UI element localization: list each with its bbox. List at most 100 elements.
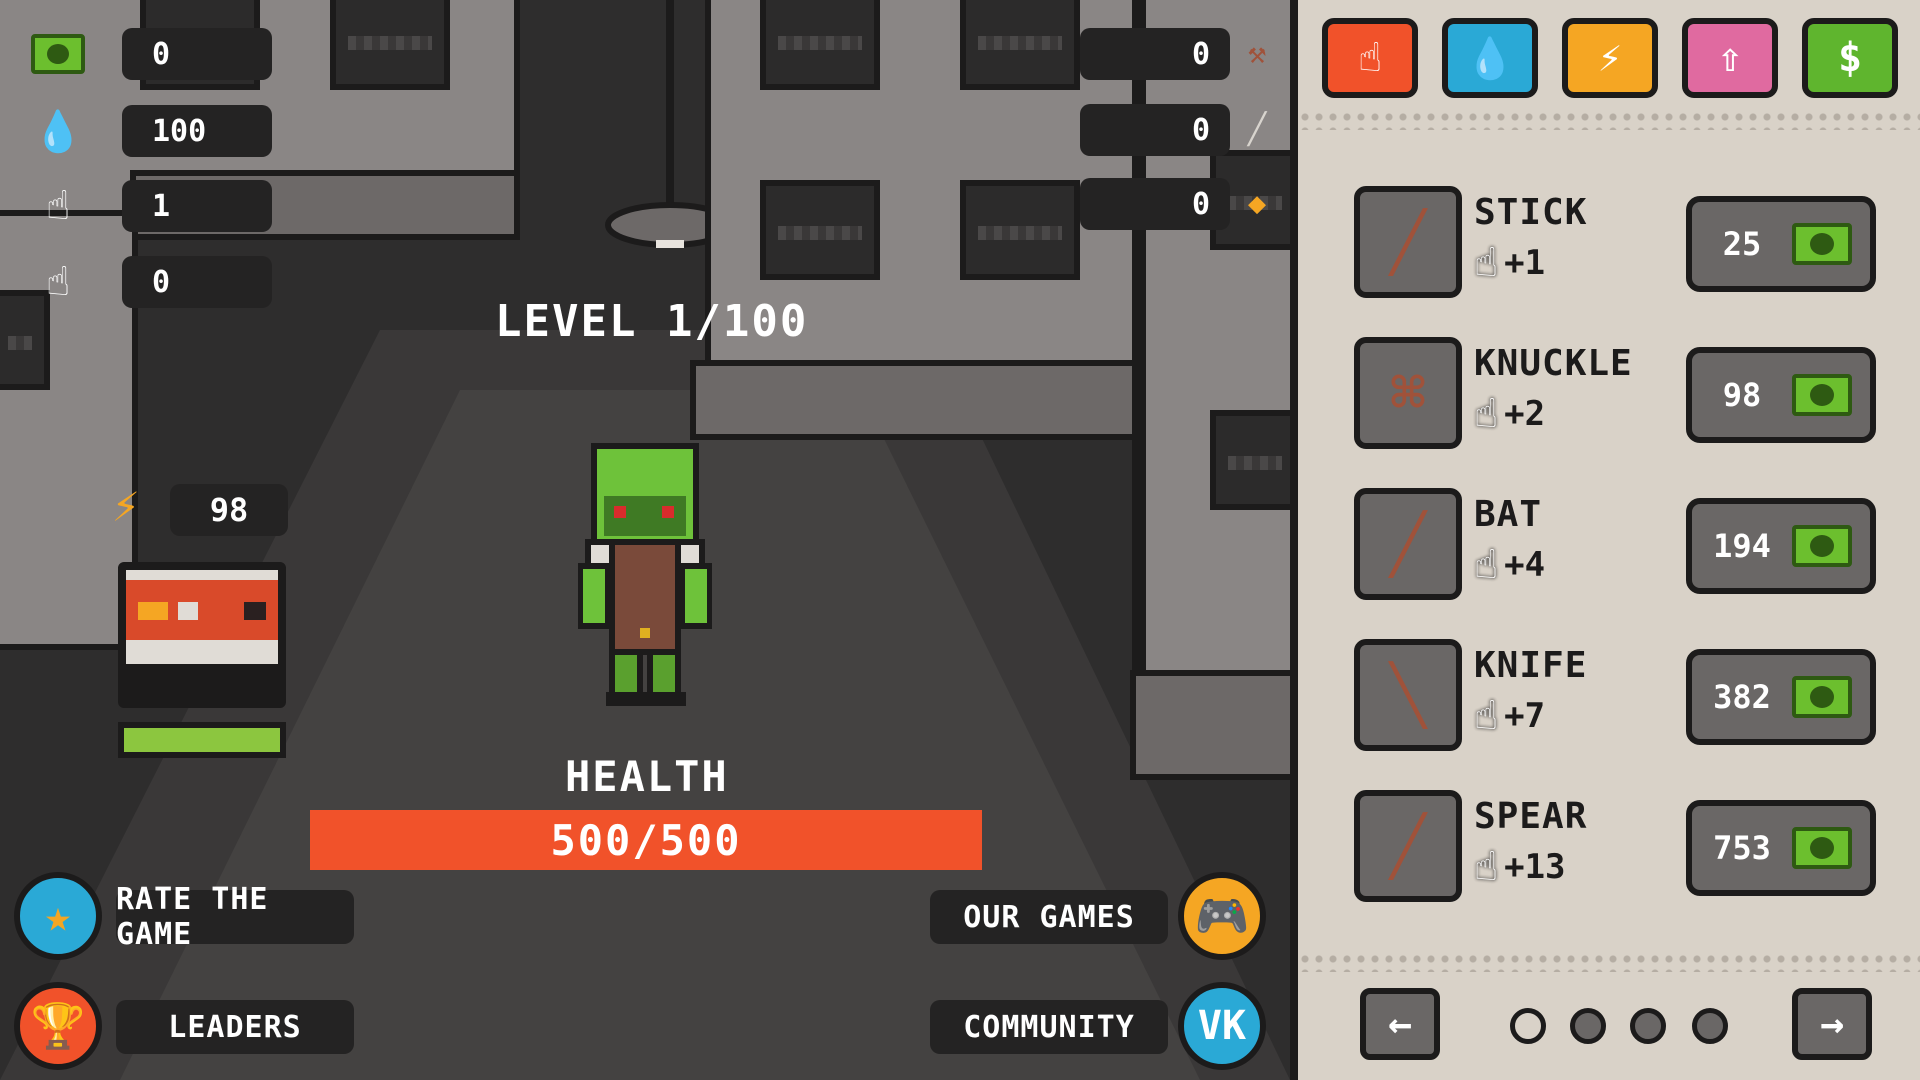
auto-click-value: 0 xyxy=(122,256,272,308)
tab-money[interactable]: $ xyxy=(1802,18,1898,98)
auto-click-icon: ☝ xyxy=(1474,693,1499,739)
pointer-hand-icon: ☝ xyxy=(1357,35,1383,81)
auto-click-icon: ☝ xyxy=(45,259,71,305)
click-power-value: 1 xyxy=(122,180,272,232)
page-dot-1[interactable] xyxy=(1510,1008,1546,1044)
cash-icon xyxy=(31,34,85,74)
buy-button[interactable]: 98 xyxy=(1686,347,1876,443)
community-button[interactable]: COMMUNITY xyxy=(930,1000,1168,1054)
buy-button[interactable]: 753 xyxy=(1686,800,1876,896)
level-indicator: LEVEL 1/100 xyxy=(495,296,809,347)
shop-item-bonus-value: +4 xyxy=(1504,545,1546,585)
building-center-ledge xyxy=(690,360,1150,440)
price-label: 194 xyxy=(1713,527,1771,565)
cash-value: 0 xyxy=(122,28,272,80)
tab-drops[interactable]: 💧 xyxy=(1442,18,1538,98)
next-page-button[interactable]: → xyxy=(1792,988,1872,1060)
price-label: 25 xyxy=(1722,225,1762,263)
shop-item-bonus: ☝ +7 xyxy=(1474,693,1545,739)
tab-upgrade[interactable]: ⇧ xyxy=(1682,18,1778,98)
lightning-icon: ⚡ xyxy=(1597,35,1623,81)
arrow-right-icon: → xyxy=(1819,1001,1845,1047)
auto-click-stat: ☝ 0 xyxy=(30,253,272,311)
tab-click-upgrades[interactable]: ☝ xyxy=(1322,18,1418,98)
energy-value: 98 xyxy=(170,484,288,536)
right-stat-2: 0 xyxy=(1080,104,1230,156)
right-stat-3-value: 0 xyxy=(1191,186,1210,222)
shop-item-bonus-value: +1 xyxy=(1504,243,1546,283)
knuckle-icon: ⌘ xyxy=(1354,337,1462,449)
shop-item-bonus-value: +7 xyxy=(1504,696,1546,736)
stick-icon: ╱ xyxy=(1354,186,1462,298)
shop-item-bonus: ☝ +4 xyxy=(1474,542,1545,588)
right-stat-3: 0 xyxy=(1080,178,1230,230)
pointer-hand-icon: ☝ xyxy=(1474,240,1499,286)
drops-stat: 💧 100 xyxy=(30,102,272,160)
cash-icon xyxy=(1792,374,1852,416)
buy-button[interactable]: 194 xyxy=(1686,498,1876,594)
tab-energy[interactable]: ⚡ xyxy=(1562,18,1658,98)
page-dot-2[interactable] xyxy=(1570,1008,1606,1044)
knife-icon: ╲ xyxy=(1354,639,1462,751)
window xyxy=(960,180,1080,280)
window xyxy=(760,180,880,280)
shop-item-bonus: ☝ +1 xyxy=(1474,240,1545,286)
divider xyxy=(1298,110,1920,130)
hammer-icon: ⚒ xyxy=(1247,35,1267,71)
generator[interactable] xyxy=(118,562,286,708)
window xyxy=(330,0,450,90)
dollar-icon: $ xyxy=(1837,35,1863,81)
game-scene[interactable]: 0 💧 100 ☝ 1 ☝ 0 0 ⚒ 0 ╱ 0 ◆ LEVEL 1/100 … xyxy=(0,0,1290,1080)
shop-item-name: KNIFE xyxy=(1474,645,1588,686)
bullet-icon: ╱ xyxy=(1247,111,1267,147)
right-stat-1-value: 0 xyxy=(1191,36,1210,72)
water-drop-icon: 💧 xyxy=(1465,35,1515,82)
buy-button[interactable]: 382 xyxy=(1686,649,1876,745)
pointer-hand-icon: ☝ xyxy=(1474,542,1499,588)
window xyxy=(760,0,880,90)
shop-item-bonus-value: +2 xyxy=(1504,394,1546,434)
star-icon: ★ xyxy=(44,890,72,942)
page-dot-3[interactable] xyxy=(1630,1008,1666,1044)
price-label: 382 xyxy=(1713,678,1771,716)
shop-item-bonus: ☝ +13 xyxy=(1474,844,1566,890)
rate-game-icon-button[interactable]: ★ xyxy=(14,872,102,960)
buy-button[interactable]: 25 xyxy=(1686,196,1876,292)
divider xyxy=(1298,952,1920,972)
our-games-button[interactable]: OUR GAMES xyxy=(930,890,1168,944)
shop-item-name: KNUCKLE xyxy=(1474,343,1633,384)
cash-icon xyxy=(1792,223,1852,265)
shop-item-name: STICK xyxy=(1474,192,1588,233)
prev-page-button[interactable]: ← xyxy=(1360,988,1440,1060)
our-games-icon-button[interactable]: 🎮 xyxy=(1178,872,1266,960)
cash-icon xyxy=(1792,525,1852,567)
gamepad-icon: 🎮 xyxy=(1194,891,1250,942)
building-right-base xyxy=(1130,670,1290,780)
zombie-enemy[interactable] xyxy=(578,436,712,710)
vk-icon: VK xyxy=(1197,1003,1247,1049)
cash-stat: 0 xyxy=(30,25,272,83)
lightning-icon: ⚡ xyxy=(112,478,140,532)
water-drop-icon: 💧 xyxy=(33,108,83,155)
arrow-up-icon: ⇧ xyxy=(1717,35,1743,81)
health-value: 500/500 xyxy=(550,815,742,865)
rate-game-button[interactable]: RATE THE GAME xyxy=(116,882,354,952)
window xyxy=(1210,410,1290,510)
right-stat-1: 0 xyxy=(1080,28,1230,80)
window xyxy=(960,0,1080,90)
page-dot-4[interactable] xyxy=(1692,1008,1728,1044)
leaders-button[interactable]: LEADERS xyxy=(116,1000,354,1054)
right-stat-2-value: 0 xyxy=(1191,112,1210,148)
drops-value: 100 xyxy=(122,105,272,157)
cash-icon xyxy=(1792,676,1852,718)
auto-click-icon: ☝ xyxy=(1474,391,1499,437)
price-label: 753 xyxy=(1713,829,1771,867)
bat-icon: ╱ xyxy=(1354,488,1462,600)
vk-community-icon-button[interactable]: VK xyxy=(1178,982,1266,1070)
shop-item-bonus: ☝ +2 xyxy=(1474,391,1545,437)
shop-item-name: BAT xyxy=(1474,494,1543,535)
shop-item-name: SPEAR xyxy=(1474,796,1588,837)
pointer-hand-icon: ☝ xyxy=(45,183,71,229)
leaders-icon-button[interactable]: 🏆 xyxy=(14,982,102,1070)
pointer-hand-icon: ☝ xyxy=(1474,844,1499,890)
